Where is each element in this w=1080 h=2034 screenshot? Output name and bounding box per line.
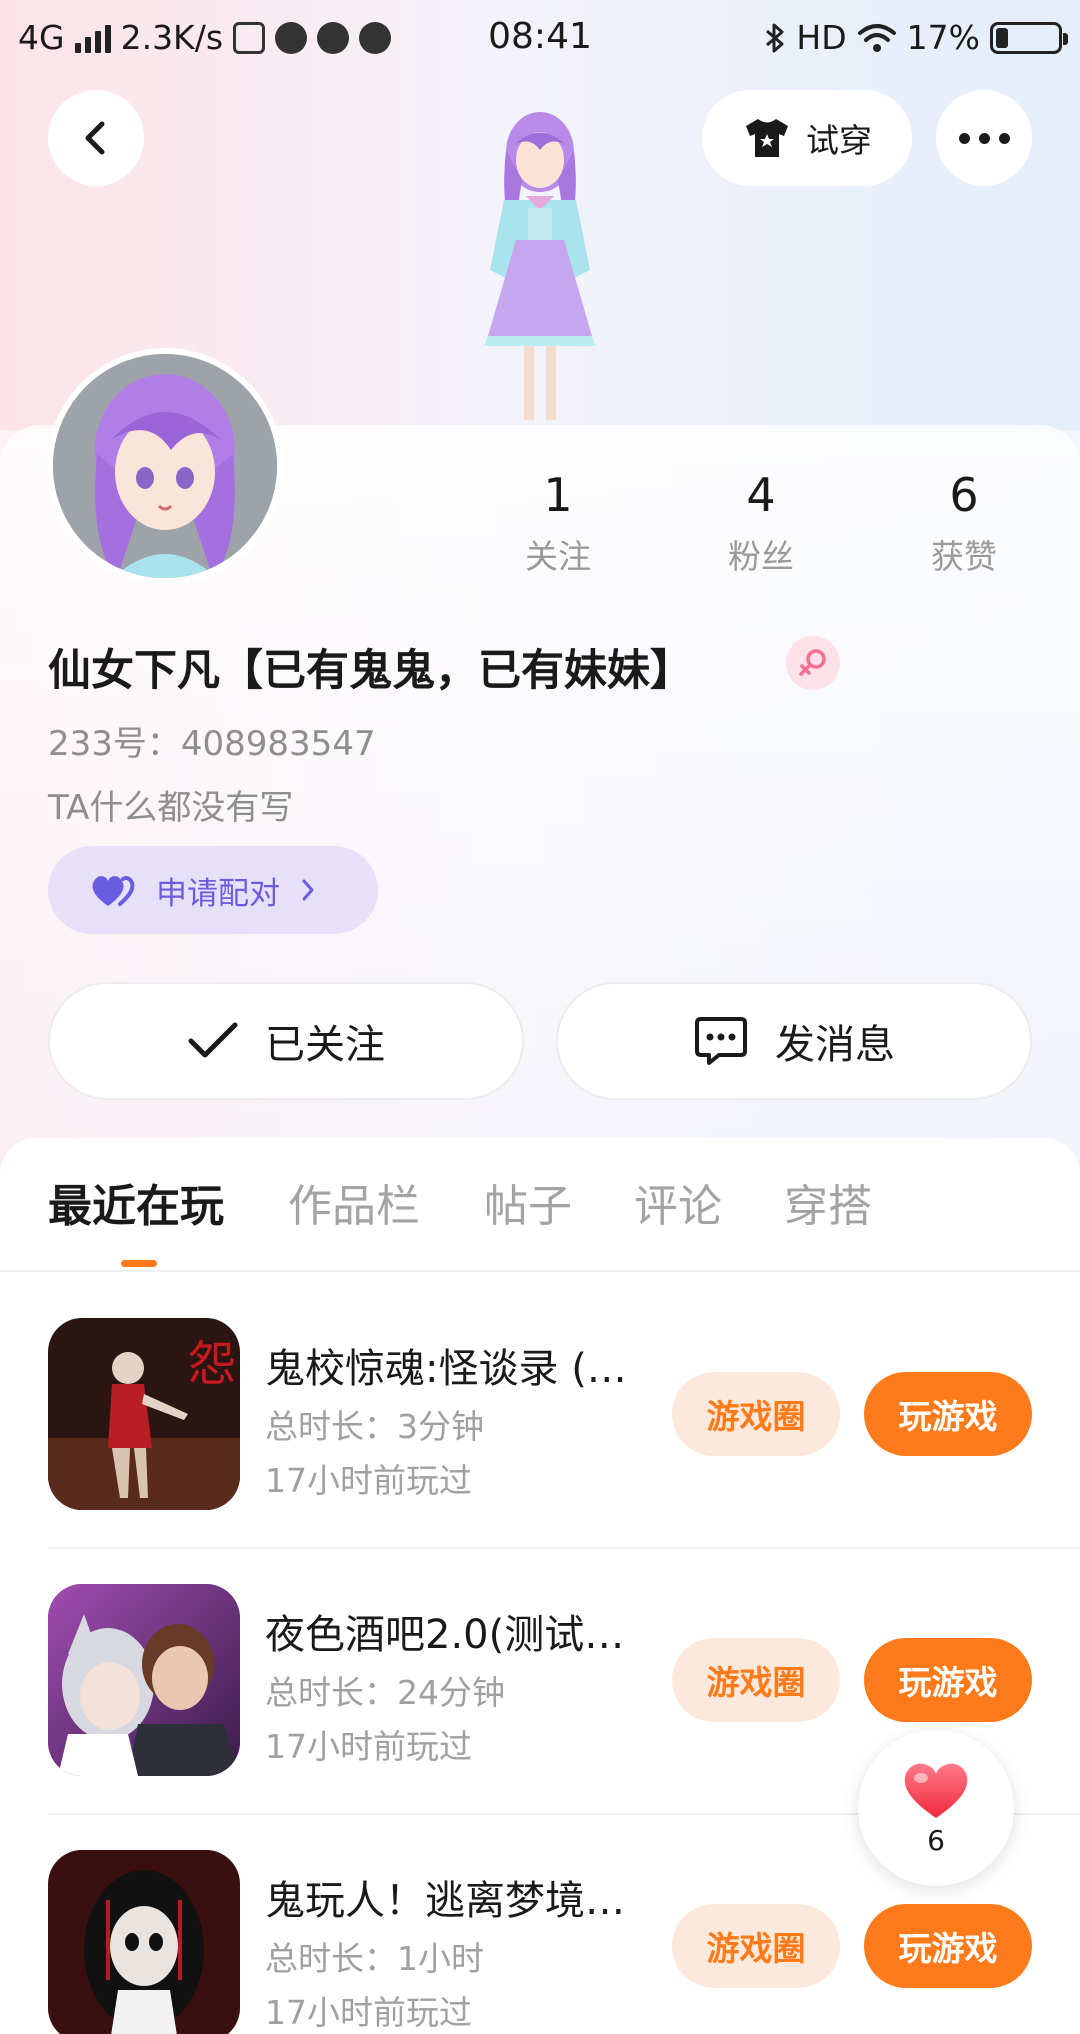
game-icon: 怨 [48,1318,240,1510]
female-gender-icon [786,636,840,690]
chevron-left-icon [85,121,105,155]
send-message-button[interactable]: 发消息 [556,982,1032,1100]
nickname: 仙女下凡【已有鬼鬼，已有妹妹】 [48,646,693,696]
wifi-icon [857,23,896,52]
stat-following-value: 1 [543,468,573,522]
game-list-item[interactable]: 怨 鬼校惊魂:怪谈录 (… 总时长：3分钟 17小时前玩过 游戏圈 玩游戏 [0,1318,1080,1583]
play-game-button[interactable]: 玩游戏 [864,1638,1032,1722]
bluetooth-icon [766,23,784,52]
svg-text:怨: 怨 [188,1336,236,1392]
active-tab-indicator [121,1260,157,1267]
status-bar: 4G 2.3K/s 08:41 HD 17% [0,0,1080,76]
game-circle-button[interactable]: 游戏圈 [672,1638,840,1722]
avatar-3d-figure [484,112,596,420]
status-right: HD 17% [764,18,1068,57]
like-float-button[interactable]: 6 [858,1730,1014,1886]
game-duration: 总时长：1小时 [265,1939,484,1978]
game-title: 鬼玩人！逃离梦境… [265,1878,625,1924]
play-game-button[interactable]: 玩游戏 [864,1904,1032,1988]
game-title: 鬼校惊魂:怪谈录 (… [265,1346,627,1392]
chevron-right-icon [302,879,314,901]
game-circle-button[interactable]: 游戏圈 [672,1904,840,1988]
stat-followers-label: 粉丝 [728,537,794,576]
request-pair-label: 申请配对 [156,875,280,912]
game-icon [48,1584,240,1776]
try-on-label: 试穿 [806,121,872,160]
game-last-played: 17小时前玩过 [265,1993,472,2032]
stat-following-label: 关注 [525,537,591,576]
try-on-button[interactable]: 试穿 [702,90,912,186]
request-pair-button[interactable]: 申请配对 [48,846,378,934]
profile-tabs: 最近在玩 作品栏 帖子 评论 穿搭 [0,1170,1080,1270]
game-last-played: 17小时前玩过 [265,1727,472,1766]
game-duration: 总时长：3分钟 [265,1407,484,1446]
send-message-label: 发消息 [775,1022,895,1068]
battery-icon [990,21,1068,54]
user-id: 233号：408983547 [48,724,376,764]
back-button[interactable] [48,90,144,186]
stat-followers[interactable]: 4 粉丝 [686,468,836,578]
tab-outfits[interactable]: 穿搭 [784,1170,872,1234]
game-last-played: 17小时前玩过 [265,1461,472,1500]
followed-button[interactable]: 已关注 [48,982,524,1100]
stat-likes[interactable]: 6 获赞 [889,468,1039,578]
play-game-button[interactable]: 玩游戏 [864,1372,1032,1456]
game-circle-button[interactable]: 游戏圈 [672,1372,840,1456]
tab-works[interactable]: 作品栏 [288,1170,420,1234]
check-icon [188,1022,238,1058]
game-title: 夜色酒吧2.0(测试… [265,1612,625,1658]
double-heart-icon [92,876,135,906]
stat-likes-value: 6 [949,468,979,522]
row-divider [48,1547,1080,1549]
heart-icon [904,1763,968,1818]
stat-followers-value: 4 [746,468,776,522]
game-icon [48,1850,240,2034]
game-duration: 总时长：24分钟 [265,1673,505,1712]
shirt-icon [746,119,788,157]
hd-label: HD [796,18,847,57]
more-dots-icon [958,132,1010,144]
stat-following[interactable]: 1 关注 [483,468,633,578]
message-icon [695,1017,747,1065]
like-count: 6 [927,1823,945,1857]
more-button[interactable] [936,90,1032,186]
tab-comments[interactable]: 评论 [634,1170,722,1234]
tab-recently-played[interactable]: 最近在玩 [48,1170,224,1234]
tab-posts[interactable]: 帖子 [484,1170,572,1234]
bio: TA什么都没有写 [48,788,294,828]
battery-percent: 17% [906,18,980,57]
profile-stats: 1 关注 4 粉丝 6 获赞 [0,468,1080,588]
stat-likes-label: 获赞 [931,537,997,576]
tab-divider [0,1270,1080,1272]
followed-label: 已关注 [265,1022,385,1068]
